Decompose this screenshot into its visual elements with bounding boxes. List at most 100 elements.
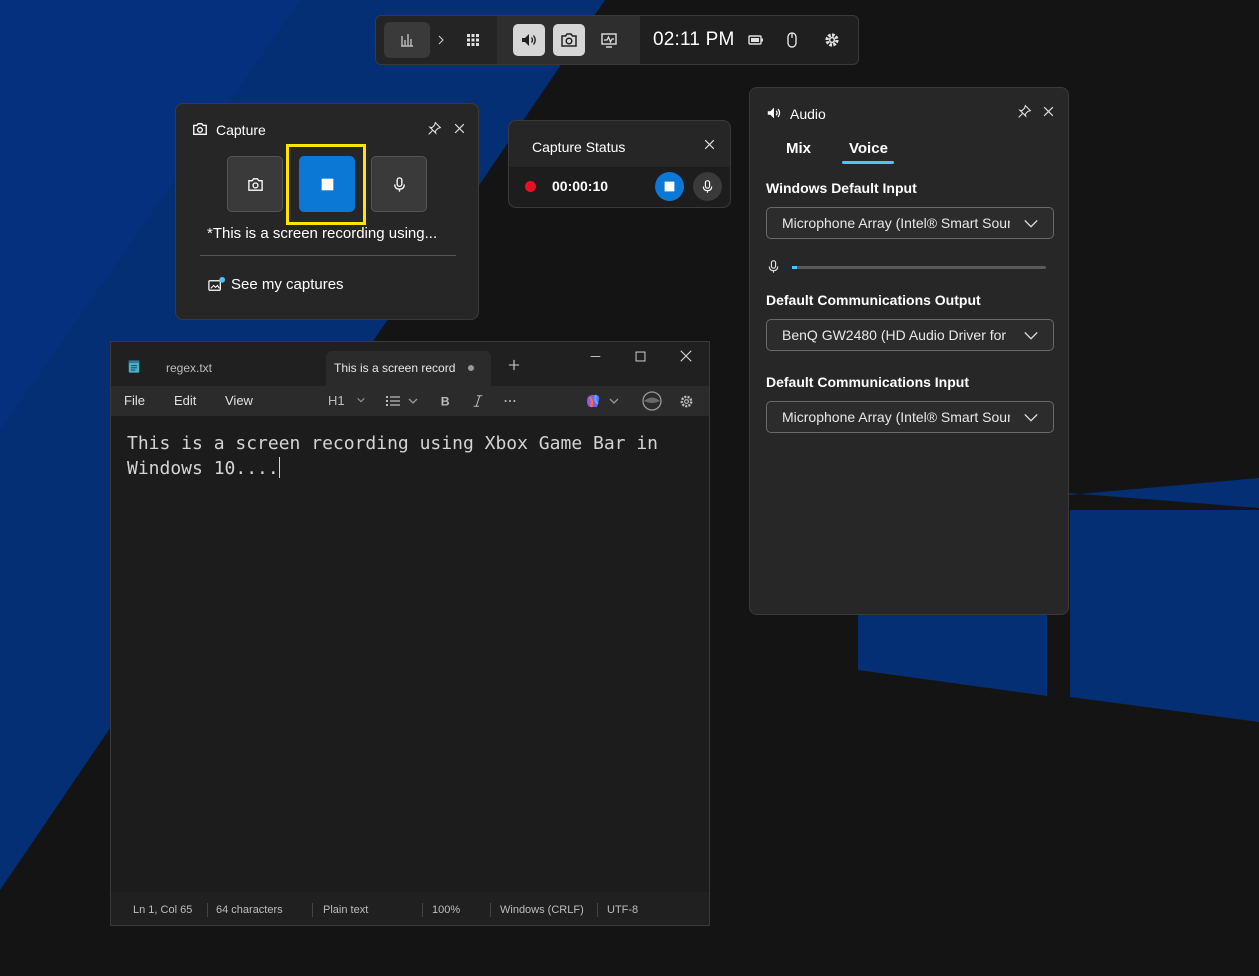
notepad-app-icon — [126, 358, 142, 374]
notepad-statusbar: Ln 1, Col 65 64 characters Plain text 10… — [111, 892, 709, 925]
stop-recording-button[interactable] — [299, 156, 355, 212]
windows-default-input-dropdown[interactable]: Microphone Array (Intel® Smart Sound Tec… — [766, 207, 1054, 239]
tab-label: This is a screen record — [334, 361, 456, 375]
divider — [422, 903, 423, 917]
chevron-down-icon — [1024, 331, 1038, 340]
list-dropdown[interactable] — [385, 393, 425, 409]
divider — [200, 255, 456, 256]
stop-recording-button[interactable] — [655, 172, 684, 201]
text-format[interactable]: Plain text — [323, 904, 368, 916]
heading-dropdown[interactable]: H1 — [328, 393, 366, 408]
recording-name: *This is a screen recording using... — [207, 225, 438, 242]
capture-status-widget: Capture Status 00:00:10 — [508, 120, 731, 208]
pin-icon[interactable] — [1014, 101, 1034, 121]
profile-avatar-icon[interactable] — [641, 391, 663, 411]
microphone-icon — [702, 180, 713, 193]
chevron-down-icon — [357, 397, 365, 403]
game-bar-widget: 02:11 PM — [375, 15, 859, 65]
heading-value: H1 — [328, 393, 345, 408]
copilot-icon — [587, 394, 619, 408]
new-tab-icon[interactable] — [507, 358, 521, 372]
audio-icon[interactable] — [513, 24, 545, 56]
minimize-icon[interactable] — [587, 348, 603, 364]
default-communications-output-label: Default Communications Output — [766, 292, 981, 308]
editor-text: This is a screen recording using Xbox Ga… — [127, 433, 669, 479]
default-communications-input-label: Default Communications Input — [766, 374, 969, 390]
default-communications-input-dropdown[interactable]: Microphone Array (Intel® Smart Sound Tec… — [766, 401, 1054, 433]
cursor-position: Ln 1, Col 65 — [133, 904, 193, 916]
capture-status-header: Capture Status — [509, 121, 730, 167]
italic-icon[interactable] — [470, 393, 486, 409]
pin-icon[interactable] — [424, 118, 444, 138]
notepad-titlebar: regex.txt This is a screen record — [111, 342, 709, 386]
close-icon[interactable] — [449, 118, 469, 138]
close-icon[interactable] — [1038, 101, 1058, 121]
stop-icon — [321, 178, 333, 190]
capture-title: Capture — [216, 122, 266, 138]
recording-indicator — [525, 181, 536, 192]
windows-default-input-label: Windows Default Input — [766, 180, 917, 196]
battery-icon[interactable] — [740, 24, 772, 56]
close-icon[interactable] — [699, 134, 719, 154]
notepad-menubar: File Edit View H1 B — [111, 386, 709, 416]
dropdown-value: Microphone Array (Intel® Smart Sound Tec… — [782, 215, 1010, 231]
character-count: 64 characters — [216, 904, 283, 916]
game-bar-widget-group — [497, 16, 640, 64]
dropdown-value: Microphone Array (Intel® Smart Sound Tec… — [782, 409, 1010, 425]
copilot-dropdown[interactable] — [584, 392, 624, 410]
performance-monitor-icon[interactable] — [593, 24, 625, 56]
chevron-down-icon — [1024, 413, 1038, 422]
tab-regex-txt[interactable]: regex.txt — [166, 361, 212, 375]
widget-menu-icon[interactable] — [457, 24, 489, 56]
divider — [597, 903, 598, 917]
tab-active-document[interactable]: This is a screen record — [326, 351, 491, 386]
menu-view[interactable]: View — [225, 393, 253, 408]
maximize-icon[interactable] — [632, 348, 648, 364]
notepad-window: regex.txt This is a screen record File E… — [110, 341, 710, 926]
notepad-editor[interactable]: This is a screen recording using Xbox Ga… — [127, 432, 697, 481]
encoding[interactable]: UTF-8 — [607, 904, 638, 916]
settings-icon[interactable] — [816, 24, 848, 56]
tab-mix[interactable]: Mix — [786, 140, 811, 157]
more-options-icon[interactable] — [502, 393, 518, 409]
text-caret — [278, 456, 280, 478]
default-communications-output-dropdown[interactable]: BenQ GW2480 (HD Audio Driver for Display… — [766, 319, 1054, 351]
microphone-icon — [765, 257, 781, 275]
menu-file[interactable]: File — [124, 393, 145, 408]
bold-icon[interactable]: B — [438, 393, 454, 409]
microphone-level-fill — [792, 266, 797, 269]
microphone-level-meter — [792, 266, 1046, 269]
see-my-captures-link[interactable]: See my captures — [231, 276, 344, 293]
settings-icon[interactable] — [678, 393, 694, 409]
capture-icon[interactable] — [553, 24, 585, 56]
clock-time: 02:11 PM — [653, 29, 735, 50]
dropdown-value: BenQ GW2480 (HD Audio Driver for Display… — [782, 327, 1010, 343]
microphone-toggle-button[interactable] — [693, 172, 722, 201]
svg-text:B: B — [441, 394, 450, 408]
microphone-icon — [393, 176, 405, 192]
active-tab-indicator — [842, 161, 894, 164]
zoom-level[interactable]: 100% — [432, 904, 460, 916]
bullet-list-icon — [386, 396, 418, 406]
divider — [207, 903, 208, 917]
mouse-icon[interactable] — [776, 24, 808, 56]
close-icon[interactable] — [678, 348, 694, 364]
audio-widget: Audio Mix Voice Windows Default Input Mi… — [749, 87, 1069, 615]
gallery-icon — [206, 275, 226, 295]
line-ending[interactable]: Windows (CRLF) — [500, 904, 584, 916]
camera-icon — [191, 120, 209, 138]
divider — [490, 903, 491, 917]
microphone-toggle-button[interactable] — [371, 156, 427, 212]
chevron-down-icon — [1024, 219, 1038, 228]
chevron-right-icon[interactable] — [431, 24, 451, 56]
performance-icon[interactable] — [384, 22, 430, 58]
game-bar-left-group — [376, 16, 497, 64]
speaker-icon — [765, 104, 783, 122]
recording-elapsed-time: 00:00:10 — [552, 178, 609, 194]
capture-widget: Capture *This is a screen recording usin… — [175, 103, 479, 320]
divider — [312, 903, 313, 917]
menu-edit[interactable]: Edit — [174, 393, 196, 408]
capture-status-body: 00:00:10 — [509, 167, 730, 207]
tab-voice[interactable]: Voice — [849, 140, 888, 157]
screenshot-button[interactable] — [227, 156, 283, 212]
